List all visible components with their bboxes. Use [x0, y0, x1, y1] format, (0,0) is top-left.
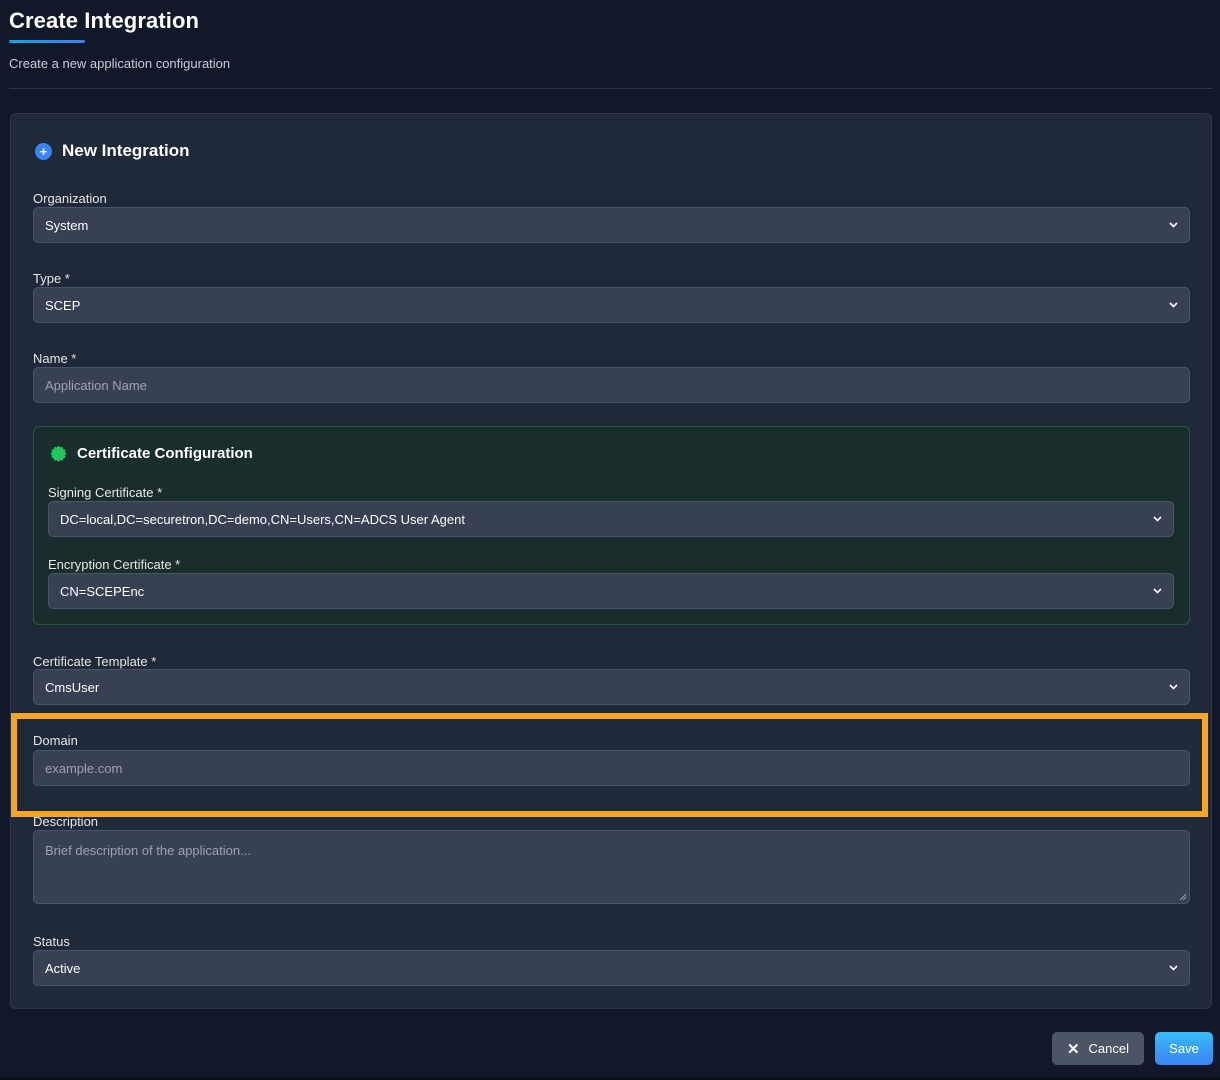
type-label: Type * — [33, 271, 70, 286]
encryption-certificate-select[interactable]: CN=SCEPEnc — [48, 573, 1174, 609]
certificate-template-value: CmsUser — [45, 679, 100, 695]
save-button[interactable]: Save — [1155, 1032, 1213, 1065]
status-label: Status — [33, 934, 70, 949]
status-value: Active — [45, 960, 81, 976]
status-select[interactable]: Active — [33, 950, 1190, 986]
chevron-down-icon — [1168, 682, 1178, 692]
cancel-button-label: Cancel — [1088, 1041, 1130, 1056]
signing-certificate-value: DC=local,DC=securetron,DC=demo,CN=Users,… — [60, 511, 465, 527]
page-title: Create Integration — [9, 8, 200, 33]
domain-label: Domain — [33, 733, 78, 748]
signing-certificate-select[interactable]: DC=local,DC=securetron,DC=demo,CN=Users,… — [48, 501, 1174, 537]
organization-label: Organization — [33, 191, 107, 206]
certificate-configuration-panel: Certificate Configuration Signing Certif… — [33, 426, 1190, 625]
title-underline — [9, 40, 85, 43]
resize-grip-icon[interactable] — [1178, 892, 1187, 901]
cert-config-title: Certificate Configuration — [50, 445, 253, 462]
card-title-text: New Integration — [62, 141, 190, 160]
type-value: SCEP — [45, 297, 81, 313]
encryption-certificate-label: Encryption Certificate * — [48, 557, 181, 572]
cert-config-title-text: Certificate Configuration — [77, 445, 253, 462]
close-icon: ✕ — [1066, 1040, 1080, 1058]
chevron-down-icon — [1168, 963, 1178, 973]
chevron-down-icon — [1152, 514, 1162, 524]
name-label: Name * — [33, 351, 77, 366]
type-select[interactable]: SCEP — [33, 287, 1190, 323]
certificate-template-label: Certificate Template * — [33, 654, 157, 669]
description-placeholder: Brief description of the application... — [45, 843, 251, 858]
card-title: + New Integration — [35, 141, 190, 161]
chevron-down-icon — [1168, 300, 1178, 310]
certificate-badge-icon — [50, 445, 67, 462]
organization-value: System — [45, 217, 89, 233]
cancel-button[interactable]: ✕ Cancel — [1052, 1032, 1144, 1065]
plus-circle-icon: + — [35, 142, 52, 160]
certificate-template-select[interactable]: CmsUser — [33, 669, 1190, 705]
integration-form-card: + New Integration Organization System Ty… — [10, 113, 1212, 1009]
name-input[interactable]: Application Name — [33, 367, 1190, 403]
page-subtitle: Create a new application configuration — [9, 56, 231, 71]
domain-placeholder: example.com — [45, 760, 123, 776]
description-label: Description — [33, 814, 99, 829]
page-header: Create Integration Create a new applicat… — [9, 8, 1213, 71]
chevron-down-icon — [1152, 586, 1162, 596]
encryption-certificate-value: CN=SCEPEnc — [60, 583, 145, 599]
chevron-down-icon — [1168, 220, 1178, 230]
description-textarea[interactable]: Brief description of the application... — [33, 830, 1190, 904]
name-placeholder: Application Name — [45, 377, 147, 393]
header-divider — [9, 88, 1213, 89]
organization-select[interactable]: System — [33, 207, 1190, 243]
signing-certificate-label: Signing Certificate * — [48, 485, 163, 500]
domain-input[interactable]: example.com — [33, 750, 1190, 786]
